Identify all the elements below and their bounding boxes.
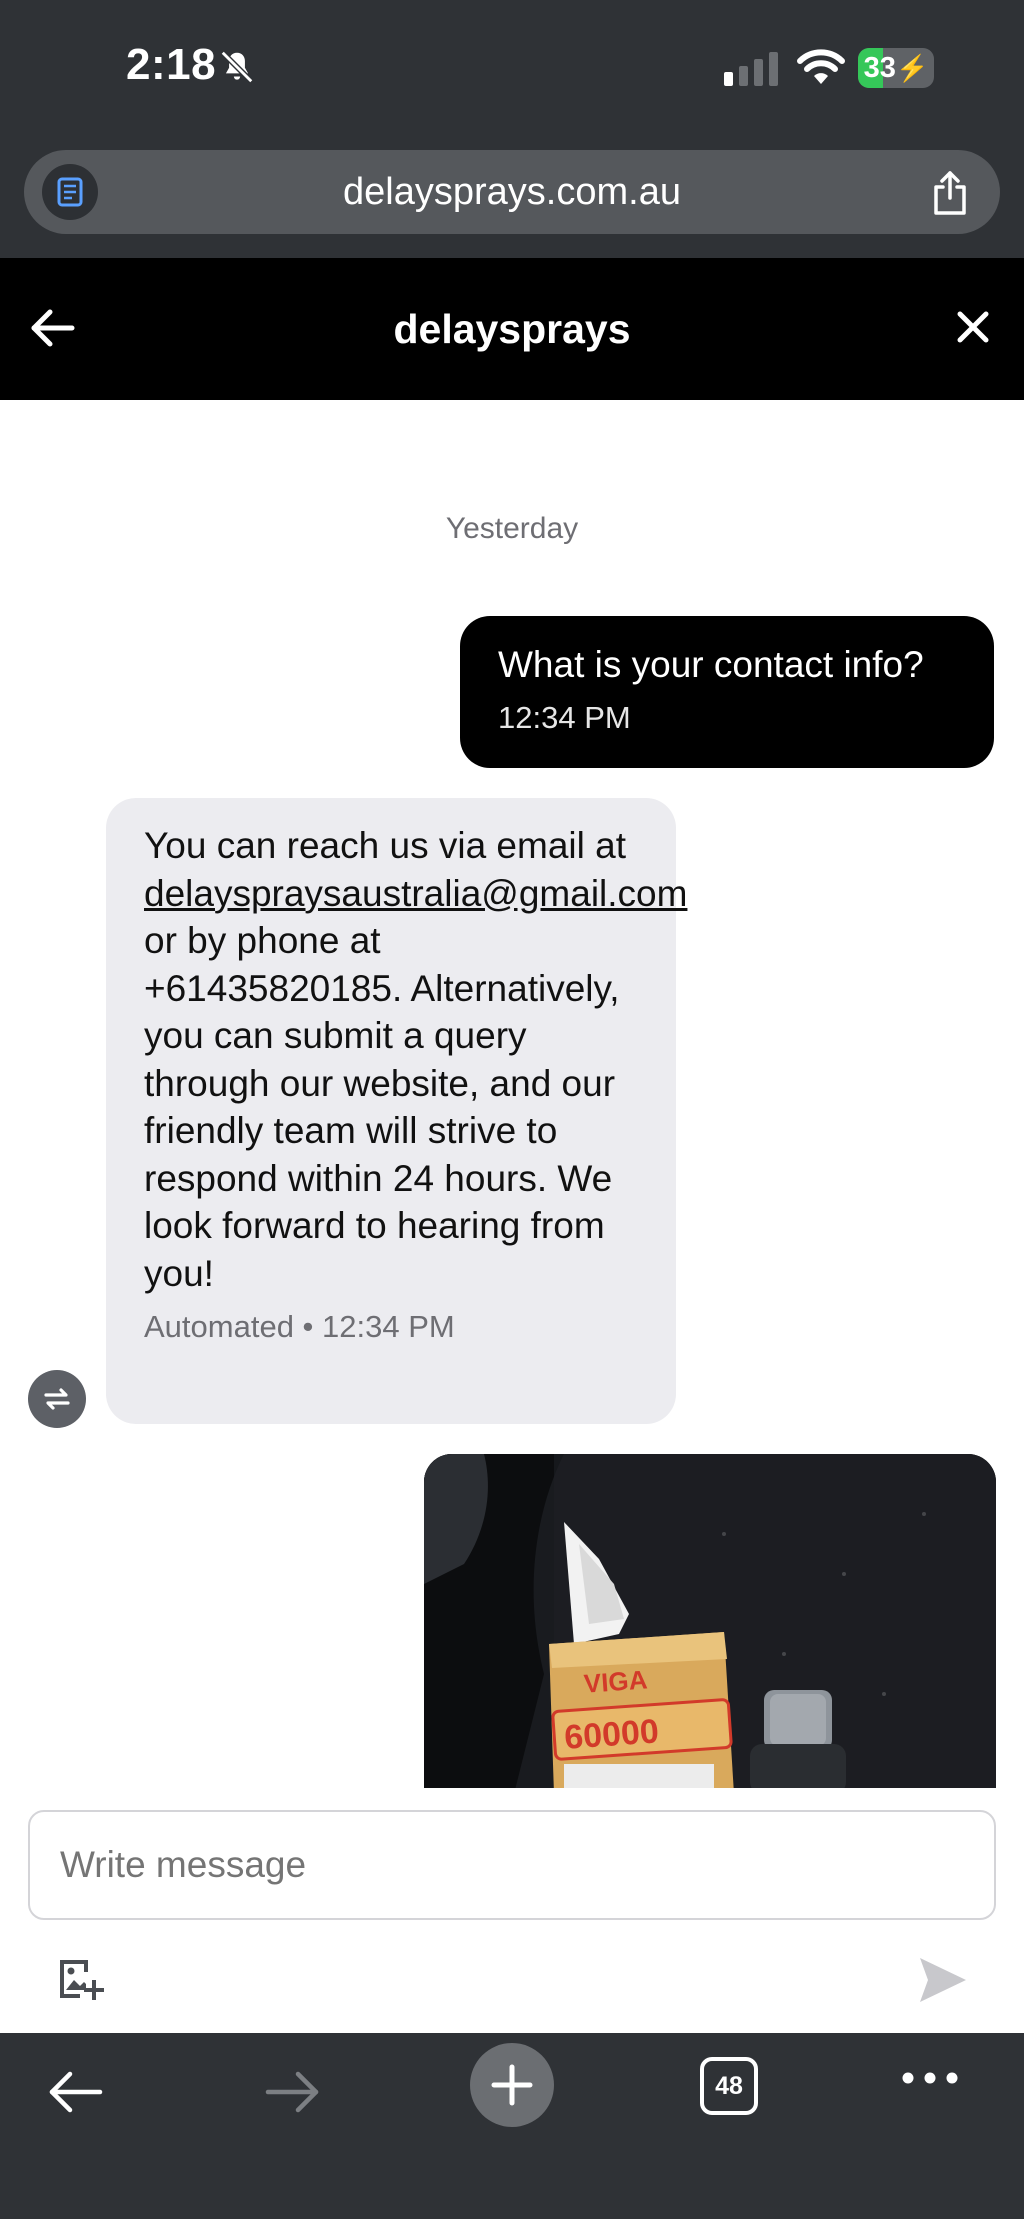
cellular-signal-icon — [724, 52, 780, 91]
message-list[interactable]: Yesterday What is your contact info? 12:… — [0, 400, 1024, 1788]
photo-box-brand: VIGA — [583, 1664, 649, 1698]
browser-back-icon[interactable] — [48, 2069, 104, 2120]
plus-icon — [491, 2064, 533, 2106]
message-input[interactable] — [28, 1810, 996, 1920]
close-icon[interactable] — [956, 310, 990, 349]
send-icon[interactable] — [918, 1956, 968, 2009]
new-tab-button[interactable] — [470, 2043, 554, 2127]
automated-reply-icon — [28, 1370, 86, 1428]
email-link[interactable]: delayspraysaustralia@gmail.com — [144, 873, 687, 914]
photo-box-number: 60000 — [563, 1712, 660, 1757]
incoming-message: You can reach us via email at delayspray… — [106, 798, 688, 1424]
wifi-icon — [797, 48, 845, 91]
browser-toolbar: 48 — [0, 2033, 1024, 2219]
url-text[interactable]: delaysprays.com.au — [24, 150, 1000, 234]
chat-title: delaysprays — [393, 306, 631, 352]
status-bar: 2:18 33⚡ — [0, 0, 1024, 140]
browser-forward-icon[interactable] — [264, 2069, 320, 2120]
chat-header: delaysprays — [0, 258, 1024, 400]
silent-bell-icon — [218, 48, 256, 91]
message-time: 12:34 PM — [498, 700, 631, 735]
message-text: You can reach us via email at delayspray… — [144, 825, 688, 1294]
battery-indicator: 33⚡ — [858, 48, 934, 88]
message-meta: Automated • 12:34 PM — [144, 1309, 455, 1344]
browser-address-area: delaysprays.com.au — [0, 140, 1024, 258]
outgoing-message: What is your contact info? 12:34 PM — [460, 616, 994, 768]
share-icon[interactable] — [930, 170, 970, 221]
more-options-icon[interactable] — [902, 2071, 958, 2089]
day-separator: Yesterday — [445, 512, 579, 545]
message-composer — [0, 1788, 1024, 2033]
add-image-icon[interactable] — [56, 1956, 104, 2009]
battery-level: 33 — [863, 52, 896, 84]
message-text: What is your contact info? — [498, 644, 924, 685]
address-bar[interactable]: delaysprays.com.au — [24, 150, 1000, 234]
sent-photo[interactable]: VIGA 60000 — [424, 1454, 996, 1788]
tab-count: 48 — [715, 2072, 743, 2100]
status-time: 2:18 — [126, 40, 217, 89]
tab-switcher-button[interactable]: 48 — [700, 2057, 758, 2115]
